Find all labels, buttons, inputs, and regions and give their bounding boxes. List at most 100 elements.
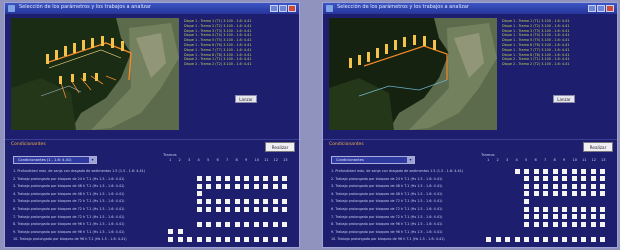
checkbox[interactable] [196,198,202,204]
checkbox[interactable] [571,183,577,189]
checkbox[interactable] [571,191,577,197]
checkbox[interactable] [244,183,249,189]
checkbox[interactable] [244,176,249,182]
checkbox[interactable] [196,236,202,242]
checkbox[interactable] [282,183,287,189]
checkbox[interactable] [263,198,268,204]
checkbox[interactable] [571,214,577,220]
checkbox[interactable] [543,214,548,220]
checkbox[interactable] [196,176,202,182]
checkbox[interactable] [581,214,586,220]
checkbox[interactable] [533,236,539,242]
checkbox[interactable] [272,221,278,227]
checkbox[interactable] [196,221,202,227]
map-action-button[interactable]: Lanzar [235,95,257,103]
checkbox[interactable] [253,236,259,242]
checkbox[interactable] [524,168,529,174]
checkbox[interactable] [234,236,240,242]
checkbox[interactable] [562,176,567,182]
checkbox[interactable] [206,198,211,204]
checkbox[interactable] [253,221,259,227]
checkbox[interactable] [514,168,520,174]
checkbox[interactable] [234,183,240,189]
checkbox[interactable] [177,229,183,235]
checkbox[interactable] [282,198,287,204]
checkbox[interactable] [253,206,259,212]
checkbox[interactable] [524,214,529,220]
checkbox[interactable] [590,214,596,220]
run-button[interactable]: Realizar [265,142,295,152]
checkbox[interactable] [206,206,211,212]
checkbox[interactable] [581,168,586,174]
checkbox[interactable] [196,206,202,212]
checkbox[interactable] [533,214,539,220]
checkbox[interactable] [524,206,529,212]
checkbox[interactable] [543,168,548,174]
checkbox[interactable] [562,236,567,242]
checkbox[interactable] [562,168,567,174]
checkbox[interactable] [562,191,567,197]
checkbox[interactable] [543,221,548,227]
checkbox[interactable] [225,221,230,227]
checkbox[interactable] [272,183,278,189]
checkbox[interactable] [600,206,605,212]
checkbox[interactable] [524,176,529,182]
chevron-down-icon[interactable]: ▾ [89,157,96,163]
checkbox[interactable] [552,206,558,212]
checkbox[interactable] [486,236,491,242]
checkbox[interactable] [590,191,596,197]
checkbox[interactable] [552,236,558,242]
checkbox[interactable] [282,236,287,242]
checkbox[interactable] [533,183,539,189]
checkbox[interactable] [543,176,548,182]
maximize-button[interactable] [279,5,287,12]
checkbox[interactable] [215,198,221,204]
checkbox[interactable] [225,176,230,182]
checkbox[interactable] [543,206,548,212]
title-bar[interactable]: Selección de los parámetros y los trabaj… [323,3,617,14]
checkbox[interactable] [524,191,529,197]
checkbox[interactable] [581,236,586,242]
maximize-button[interactable] [597,5,605,12]
checkbox[interactable] [244,198,249,204]
checkbox[interactable] [272,206,278,212]
checkbox[interactable] [543,191,548,197]
checkbox[interactable] [263,206,268,212]
checkbox[interactable] [168,236,173,242]
checkbox[interactable] [543,236,548,242]
checkbox[interactable] [533,191,539,197]
checkbox[interactable] [571,176,577,182]
checkbox[interactable] [600,191,605,197]
checkbox[interactable] [234,198,240,204]
condition-dropdown[interactable]: Condicionantes (1 - 1.6: 4.41) ▾ [13,156,97,164]
checkbox[interactable] [196,191,202,197]
checkbox[interactable] [590,168,596,174]
checkbox[interactable] [524,183,529,189]
checkbox[interactable] [600,168,605,174]
checkbox[interactable] [215,206,221,212]
checkbox[interactable] [263,176,268,182]
checkbox[interactable] [206,221,211,227]
close-button[interactable] [288,5,296,12]
checkbox[interactable] [533,206,539,212]
checkbox[interactable] [562,214,567,220]
checkbox[interactable] [600,236,605,242]
checkbox[interactable] [253,198,259,204]
title-bar[interactable]: Selección de los parámetros y los trabaj… [5,3,299,14]
checkbox[interactable] [581,221,586,227]
checkbox[interactable] [533,176,539,182]
checkbox[interactable] [552,191,558,197]
checkbox[interactable] [552,214,558,220]
checkbox[interactable] [215,221,221,227]
checkbox[interactable] [177,236,183,242]
checkbox[interactable] [282,221,287,227]
checkbox[interactable] [495,236,501,242]
checkbox[interactable] [524,198,529,204]
checkbox[interactable] [215,183,221,189]
checkbox[interactable] [562,206,567,212]
checkbox[interactable] [600,214,605,220]
checkbox[interactable] [505,236,510,242]
checkbox[interactable] [581,183,586,189]
checkbox[interactable] [514,236,520,242]
checkbox[interactable] [524,236,529,242]
